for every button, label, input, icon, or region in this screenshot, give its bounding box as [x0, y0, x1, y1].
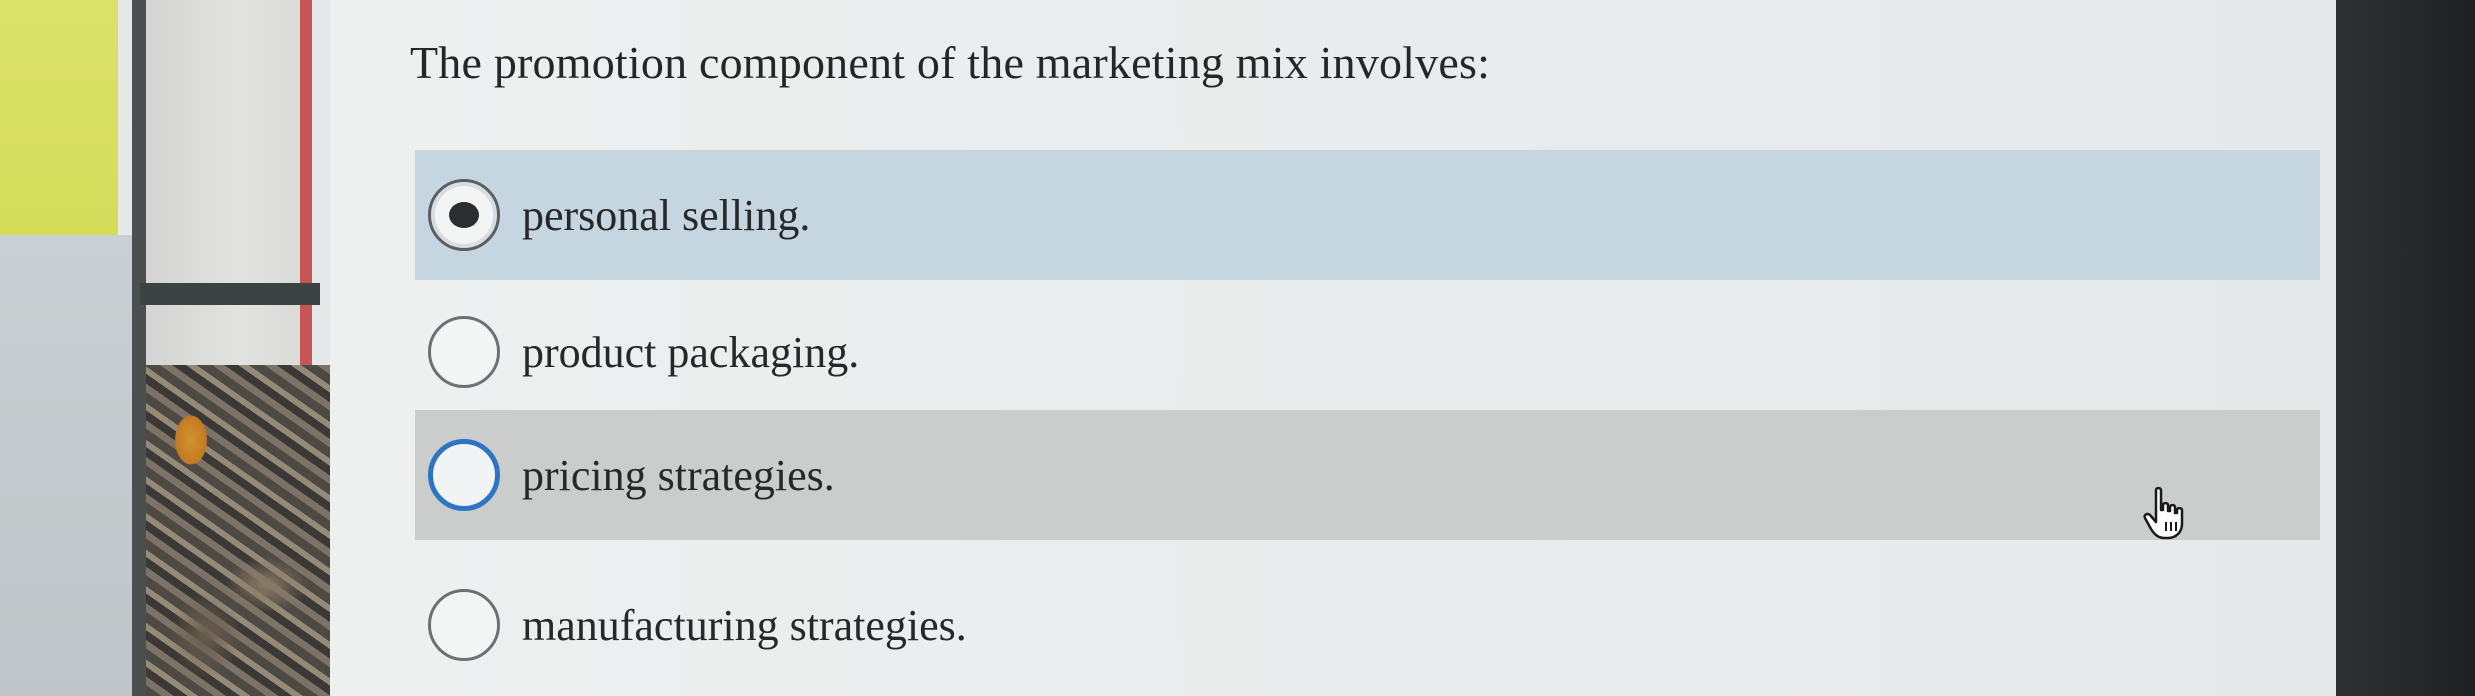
hand-pointer-icon — [2143, 486, 2184, 540]
answer-label: personal selling. — [522, 190, 811, 240]
answer-option-product-packaging[interactable]: product packaging. — [415, 287, 2320, 417]
side-background — [0, 235, 132, 696]
side-dark-bar — [140, 283, 320, 305]
screen: The promotion component of the marketing… — [0, 0, 2475, 696]
answer-option-pricing-strategies[interactable]: pricing strategies. — [415, 410, 2320, 540]
screen-bezel — [2336, 0, 2475, 696]
radio-button[interactable] — [428, 316, 500, 388]
answer-label: manufacturing strategies. — [522, 600, 967, 650]
side-window-edge — [132, 0, 146, 696]
question-text: The promotion component of the marketing… — [410, 37, 1491, 88]
answer-label: product packaging. — [522, 327, 860, 377]
radio-dot-icon — [449, 202, 479, 228]
radio-button-focused[interactable] — [428, 439, 500, 511]
sticky-note — [0, 0, 118, 235]
answer-label: pricing strategies. — [522, 450, 835, 500]
side-red-stripe — [300, 0, 312, 365]
answer-option-personal-selling[interactable]: personal selling. — [415, 150, 2320, 280]
radio-button[interactable] — [428, 589, 500, 661]
radio-button-checked[interactable] — [428, 179, 500, 251]
answer-option-manufacturing-strategies[interactable]: manufacturing strategies. — [415, 560, 2320, 690]
side-photo-thumbnail — [146, 365, 331, 696]
